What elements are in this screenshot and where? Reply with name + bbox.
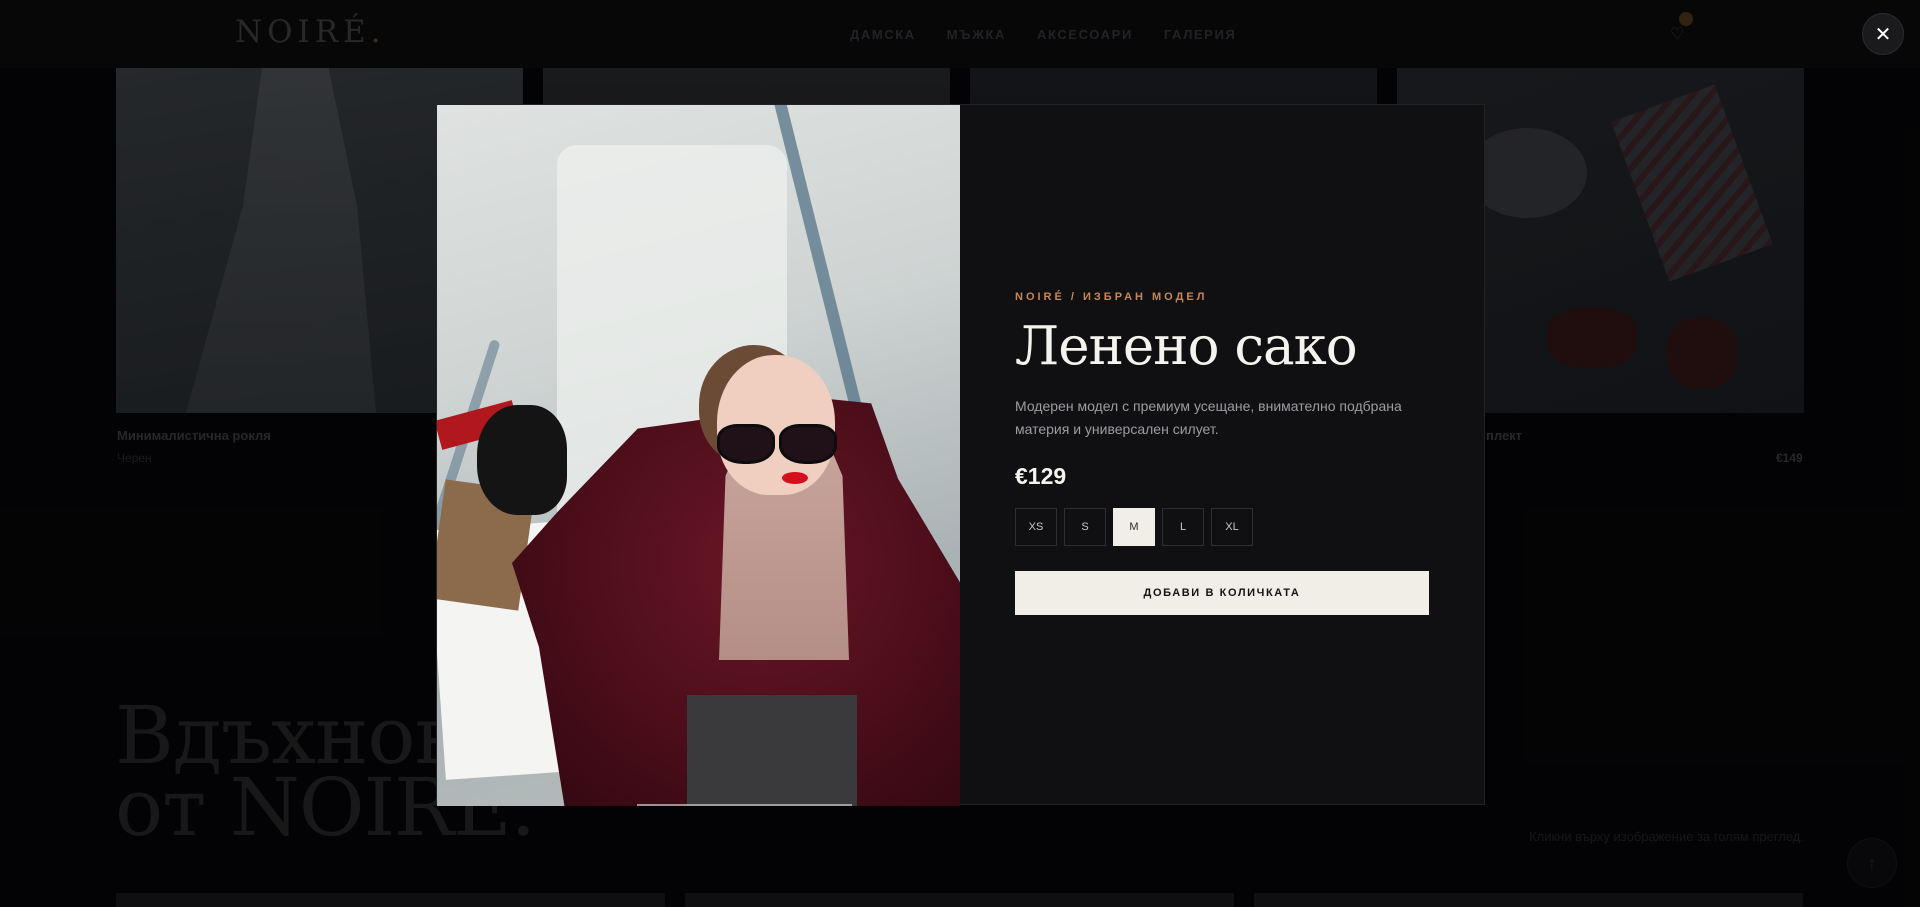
- close-icon: ✕: [1874, 23, 1892, 46]
- product-details: NOIRÉ / ИЗБРАН МОДЕЛ Ленено сако Модерен…: [960, 105, 1484, 804]
- product-description: Модерен модел с премиум усещане, внимате…: [1015, 398, 1402, 437]
- close-modal-button[interactable]: ✕: [1862, 13, 1904, 55]
- product-name: Ленено сако: [1015, 316, 1358, 377]
- product-photo: [437, 105, 960, 806]
- size-option-m[interactable]: M: [1113, 508, 1155, 546]
- size-option-l[interactable]: L: [1162, 508, 1204, 546]
- size-option-s[interactable]: S: [1064, 508, 1106, 546]
- size-selector: XS S M L XL: [1015, 508, 1429, 546]
- product-eyebrow: NOIRÉ / ИЗБРАН МОДЕЛ: [1015, 291, 1208, 303]
- size-option-xl[interactable]: XL: [1211, 508, 1253, 546]
- product-price: €129: [1015, 463, 1067, 489]
- image-progress-bar: [637, 804, 852, 806]
- product-modal: NOIRÉ / ИЗБРАН МОДЕЛ Ленено сако Модерен…: [436, 104, 1485, 806]
- add-to-cart-button[interactable]: ДОБАВИ В КОЛИЧКАТА: [1015, 571, 1429, 615]
- size-option-xs[interactable]: XS: [1015, 508, 1057, 546]
